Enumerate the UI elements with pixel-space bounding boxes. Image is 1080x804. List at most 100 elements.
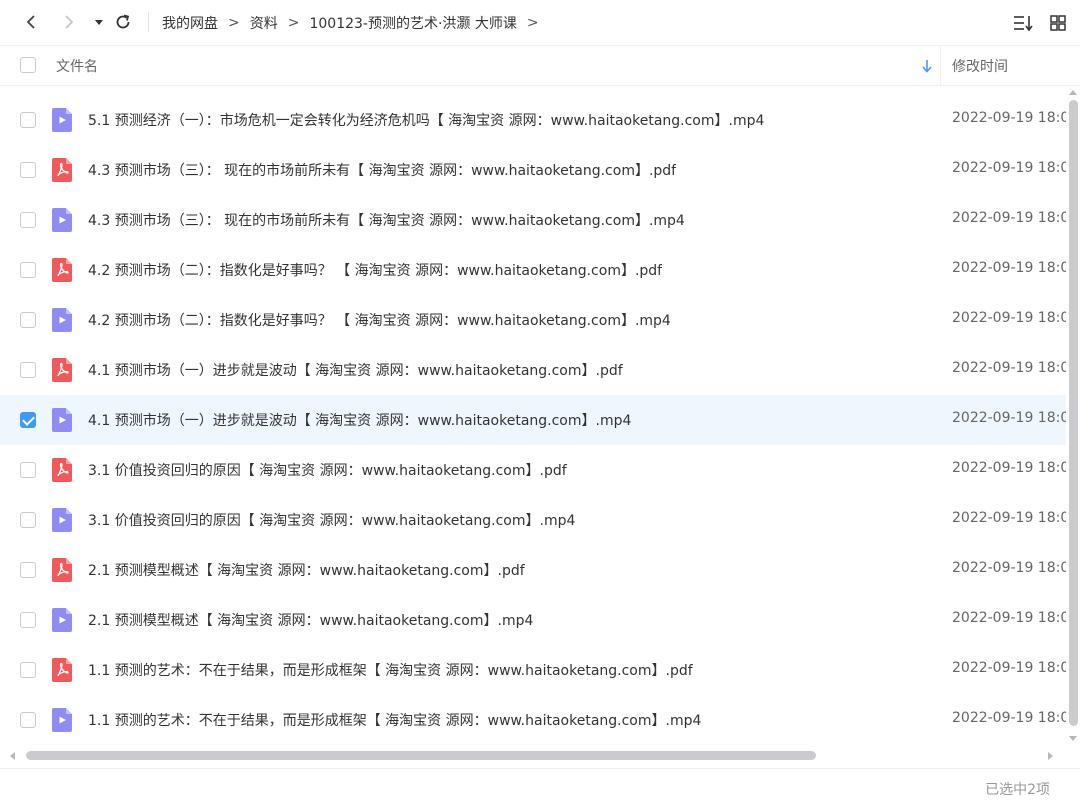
pdf-file-icon: [52, 358, 72, 382]
select-all-checkbox[interactable]: [20, 57, 36, 73]
file-modified-time: 2022-09-19 18:0: [952, 310, 1066, 326]
file-name[interactable]: 2.1 预测模型概述【 海淘宝资 源网：www.haitaoketang.com…: [88, 610, 533, 630]
selection-count: 已选中2项: [985, 782, 1050, 798]
breadcrumb-item-root[interactable]: 我的网盘: [162, 13, 218, 33]
file-checkbox[interactable]: [20, 562, 36, 578]
video-file-icon: [52, 108, 72, 132]
refresh-button[interactable]: [112, 11, 134, 33]
breadcrumb-item-current[interactable]: 100123-预测的艺术·洪灏 大师课: [309, 13, 516, 33]
column-header-modified-time[interactable]: 修改时间: [952, 56, 1008, 76]
caret-down-icon: [95, 20, 103, 25]
sort-arrow-down-icon[interactable]: [920, 58, 934, 74]
history-dropdown-button[interactable]: [88, 11, 110, 33]
breadcrumb: 我的网盘 > 资料 > 100123-预测的艺术·洪灏 大师课 >: [162, 12, 549, 34]
refresh-icon: [116, 14, 130, 29]
forward-button[interactable]: [58, 11, 80, 33]
pdf-file-icon: [52, 158, 72, 182]
video-file-icon: [52, 208, 72, 232]
scroll-right-arrow-icon[interactable]: [1048, 752, 1053, 760]
file-checkbox[interactable]: [20, 162, 36, 178]
file-name[interactable]: 2.1 预测模型概述【 海淘宝资 源网：www.haitaoketang.com…: [88, 560, 525, 580]
file-modified-time: 2022-09-19 18:0: [952, 460, 1066, 476]
file-modified-time: 2022-09-19 18:0: [952, 110, 1066, 126]
file-name[interactable]: 3.1 价值投资回归的原因【 海淘宝资 源网：www.haitaoketang.…: [88, 460, 567, 480]
file-modified-time: 2022-09-19 18:0: [952, 560, 1066, 576]
pdf-file-icon: [52, 258, 72, 282]
top-navigation-bar: 我的网盘 > 资料 > 100123-预测的艺术·洪灏 大师课 >: [0, 0, 1080, 46]
vertical-scrollbar[interactable]: [1066, 86, 1080, 746]
file-checkbox[interactable]: [20, 612, 36, 628]
video-file-icon: [52, 708, 72, 732]
scroll-up-arrow-icon[interactable]: [1069, 90, 1077, 95]
video-file-icon: [52, 308, 72, 332]
column-divider[interactable]: [940, 46, 941, 86]
file-name[interactable]: 1.1 预测的艺术：不在于结果，而是形成框架【 海淘宝资 源网：www.hait…: [88, 710, 701, 730]
chevron-left-icon: [26, 15, 35, 29]
scroll-left-arrow-icon[interactable]: [10, 752, 15, 760]
file-modified-time: 2022-09-19 18:0: [952, 660, 1066, 676]
file-name[interactable]: 4.2 预测市场（二）：指数化是好事吗？ 【 海淘宝资 源网：www.haita…: [88, 310, 671, 330]
horizontal-scroll-thumb[interactable]: [26, 751, 816, 760]
sort-list-icon: [1014, 16, 1033, 32]
file-row[interactable]: 2.1 预测模型概述【 海淘宝资 源网：www.haitaoketang.com…: [0, 545, 1066, 595]
column-header-filename[interactable]: 文件名: [56, 56, 98, 76]
file-checkbox[interactable]: [20, 362, 36, 378]
file-name[interactable]: 4.1 预测市场（一）进步就是波动【 海淘宝资 源网：www.haitaoket…: [88, 410, 631, 430]
file-modified-time: 2022-09-19 18:0: [952, 610, 1066, 626]
file-checkbox[interactable]: [20, 112, 36, 128]
file-checkbox[interactable]: [20, 662, 36, 678]
file-checkbox[interactable]: [20, 712, 36, 728]
breadcrumb-separator: >: [287, 15, 300, 31]
file-name[interactable]: 4.2 预测市场（二）：指数化是好事吗？ 【 海淘宝资 源网：www.haita…: [88, 260, 662, 280]
file-checkbox[interactable]: [20, 512, 36, 528]
file-row[interactable]: 4.3 预测市场（三）： 现在的市场前所未有【 海淘宝资 源网：www.hait…: [0, 195, 1066, 245]
file-checkbox[interactable]: [20, 212, 36, 228]
file-row[interactable]: 3.1 价值投资回归的原因【 海淘宝资 源网：www.haitaoketang.…: [0, 495, 1066, 545]
video-file-icon: [52, 508, 72, 532]
file-row[interactable]: 1.1 预测的艺术：不在于结果，而是形成框架【 海淘宝资 源网：www.hait…: [0, 645, 1066, 695]
file-row[interactable]: 1.1 预测的艺术：不在于结果，而是形成框架【 海淘宝资 源网：www.hait…: [0, 695, 1066, 745]
file-name[interactable]: 4.3 预测市场（三）： 现在的市场前所未有【 海淘宝资 源网：www.hait…: [88, 160, 676, 180]
file-row[interactable]: 5.1 预测经济（一）：市场危机一定会转化为经济危机吗【 海淘宝资 源网：www…: [0, 95, 1066, 145]
file-name[interactable]: 4.1 预测市场（一）进步就是波动【 海淘宝资 源网：www.haitaoket…: [88, 360, 623, 380]
file-name[interactable]: 1.1 预测的艺术：不在于结果，而是形成框架【 海淘宝资 源网：www.hait…: [88, 660, 693, 680]
breadcrumb-item-materials[interactable]: 资料: [250, 13, 278, 33]
back-button[interactable]: [20, 11, 42, 33]
file-modified-time: 2022-09-19 18:0: [952, 210, 1066, 226]
sort-button[interactable]: [1012, 12, 1034, 34]
file-modified-time: 2022-09-19 18:0: [952, 710, 1066, 726]
file-row[interactable]: 3.1 价值投资回归的原因【 海淘宝资 源网：www.haitaoketang.…: [0, 445, 1066, 495]
file-modified-time: 2022-09-19 18:0: [952, 260, 1066, 276]
file-checkbox[interactable]: [20, 312, 36, 328]
file-row[interactable]: 4.2 预测市场（二）：指数化是好事吗？ 【 海淘宝资 源网：www.haita…: [0, 245, 1066, 295]
file-list-header: 文件名 修改时间: [0, 46, 1080, 86]
pdf-file-icon: [52, 658, 72, 682]
file-name[interactable]: 5.1 预测经济（一）：市场危机一定会转化为经济危机吗【 海淘宝资 源网：www…: [88, 110, 764, 130]
toolbar-divider: [148, 12, 149, 32]
chevron-right-icon: [65, 15, 74, 29]
file-checkbox[interactable]: [20, 262, 36, 278]
file-list: 5.1 预测经济（一）：市场危机一定会转化为经济危机吗【 海淘宝资 源网：www…: [0, 95, 1066, 745]
file-checkbox[interactable]: [20, 412, 36, 428]
breadcrumb-separator: >: [228, 15, 240, 31]
grid-view-button[interactable]: [1047, 12, 1069, 34]
horizontal-scrollbar[interactable]: [0, 748, 1066, 764]
file-modified-time: 2022-09-19 18:0: [952, 360, 1066, 376]
file-modified-time: 2022-09-19 18:0: [952, 510, 1066, 526]
video-file-icon: [52, 408, 72, 432]
file-name[interactable]: 4.3 预测市场（三）： 现在的市场前所未有【 海淘宝资 源网：www.hait…: [88, 210, 685, 230]
file-row[interactable]: 2.1 预测模型概述【 海淘宝资 源网：www.haitaoketang.com…: [0, 595, 1066, 645]
grid-view-icon: [1050, 15, 1066, 31]
file-name[interactable]: 3.1 价值投资回归的原因【 海淘宝资 源网：www.haitaoketang.…: [88, 510, 575, 530]
pdf-file-icon: [52, 458, 72, 482]
file-modified-time: 2022-09-19 18:0: [952, 410, 1066, 426]
vertical-scroll-thumb[interactable]: [1069, 100, 1078, 726]
file-row[interactable]: 4.3 预测市场（三）： 现在的市场前所未有【 海淘宝资 源网：www.hait…: [0, 145, 1066, 195]
file-row[interactable]: 4.1 预测市场（一）进步就是波动【 海淘宝资 源网：www.haitaoket…: [0, 395, 1066, 445]
status-bar: 已选中2项: [0, 768, 1080, 804]
breadcrumb-separator: >: [526, 15, 539, 31]
file-row[interactable]: 4.1 预测市场（一）进步就是波动【 海淘宝资 源网：www.haitaoket…: [0, 345, 1066, 395]
scroll-down-arrow-icon[interactable]: [1069, 736, 1077, 741]
file-checkbox[interactable]: [20, 462, 36, 478]
file-row[interactable]: 4.2 预测市场（二）：指数化是好事吗？ 【 海淘宝资 源网：www.haita…: [0, 295, 1066, 345]
